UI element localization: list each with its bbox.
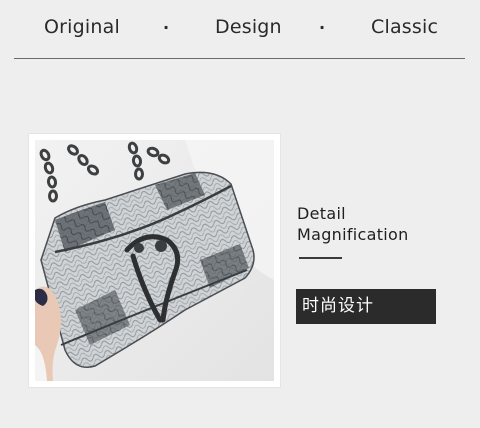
product-photo xyxy=(35,140,274,381)
header-word-classic: Classic xyxy=(371,16,439,38)
header-word-original: Original xyxy=(44,16,120,38)
detail-magnification-title: Detail Magnification xyxy=(297,203,409,245)
header-bar: Original · Design · Classic xyxy=(0,0,480,60)
detail-title-line-1: Detail xyxy=(297,204,346,223)
snakeskin-bag-image xyxy=(35,140,274,381)
header-separator: · xyxy=(319,18,326,37)
product-photo-frame xyxy=(29,134,280,387)
title-underline xyxy=(299,257,342,259)
detail-title-line-2: Magnification xyxy=(297,225,409,244)
header-separator: · xyxy=(163,18,170,37)
fashion-design-badge: 时尚设计 xyxy=(296,289,436,324)
header-word-design: Design xyxy=(215,16,282,38)
header-divider xyxy=(14,58,465,59)
